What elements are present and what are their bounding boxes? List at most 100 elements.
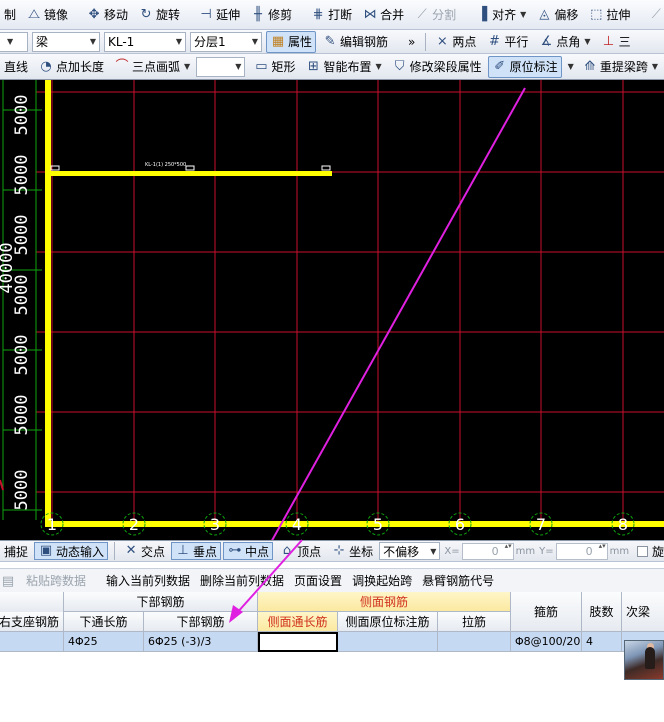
left-clipped-select[interactable]: ▼ xyxy=(0,31,28,52)
rotate-icon: ↻ xyxy=(140,6,152,22)
break-button[interactable]: ⋕ 打断 xyxy=(306,4,356,26)
layer-select[interactable]: 分层1 ▼ xyxy=(190,31,262,52)
three-point-arc-button[interactable]: ⌒ 三点画弧 ▼ xyxy=(110,56,194,78)
component-name-select[interactable]: KL-1 ▼ xyxy=(104,31,186,52)
chevron-down-icon: ▼ xyxy=(584,37,591,46)
modify-span-button[interactable]: ⛉ 修改梁段属性 xyxy=(388,56,486,78)
perpendicular-snap[interactable]: ⊥ 垂点 xyxy=(171,542,222,560)
overflow-button[interactable]: » xyxy=(404,31,419,53)
trim-icon: ╫ xyxy=(254,6,262,22)
chevron-down-icon: ▼ xyxy=(89,37,96,46)
header-group-side: 侧面钢筋 xyxy=(258,592,511,612)
coordinate-snap[interactable]: ⊹ 坐标 xyxy=(327,542,377,560)
edit-rebar-button[interactable]: ✎ 编辑钢筋 xyxy=(318,31,392,53)
dynamic-input-icon: ▣ xyxy=(39,543,53,558)
header-secondary: 次梁 xyxy=(622,592,664,632)
cell-stirrup[interactable]: Φ8@100/20 xyxy=(511,632,582,652)
offset-mode-select[interactable]: 不偏移 ▼ xyxy=(379,542,441,560)
dynamic-input-toggle[interactable]: ▣ 动态输入 xyxy=(34,542,109,560)
mirror-button[interactable]: ⧍ 镜像 xyxy=(22,4,72,26)
axis-button[interactable]: ⊥ 三 xyxy=(597,31,635,53)
y-input[interactable]: 0 xyxy=(555,542,608,560)
header-side-through: 侧面通长筋 xyxy=(258,612,338,632)
beam-tag: KL-1(1) 250*500 xyxy=(145,162,186,168)
rectangle-button[interactable]: ▭ 矩形 xyxy=(249,56,299,78)
dimension-label: 5000 xyxy=(12,470,32,511)
in-situ-annotation-button[interactable]: ✐ 原位标注 xyxy=(487,55,562,78)
settings-icon: ⟋ xyxy=(651,6,661,22)
offset-button[interactable]: ◬ 偏移 xyxy=(532,4,582,26)
chevron-down-icon[interactable]: ▼ xyxy=(568,62,574,71)
properties-button[interactable]: ▦ 属性 xyxy=(266,30,317,53)
cell-bottom-through[interactable]: 4Φ25 xyxy=(64,632,144,652)
smart-layout-button[interactable]: ⊞ 智能布置 ▼ xyxy=(301,56,385,78)
cell-legs[interactable]: 4 xyxy=(582,632,622,652)
draw-toolbar: 直线 ◔ 点加长度 ⌒ 三点画弧 ▼ ▼ ▭ 矩形 ⊞ 智能布置 ▼ ⛉ 修改梁段属性 ✐ 原位… xyxy=(0,54,664,80)
reextract-span-button[interactable]: ⟰ 重提梁跨 ▼ xyxy=(578,56,662,78)
rotate-button[interactable]: ↻ 旋转 xyxy=(134,4,184,26)
copy-button[interactable]: 制 xyxy=(0,4,20,26)
properties-icon: ▦ xyxy=(271,33,285,49)
line-button[interactable]: 直线 xyxy=(0,56,32,78)
paste-span-button[interactable]: ▤ 粘贴跨数据 xyxy=(0,572,96,590)
two-point-button[interactable]: ⨯ 两点 xyxy=(430,31,480,53)
chevron-down-icon: ▼ xyxy=(235,62,242,71)
header-right-support: 右支座钢筋 xyxy=(0,612,64,632)
capture-toggle[interactable]: 捕捉 xyxy=(0,542,32,560)
cantilever-code-button[interactable]: 悬臂钢筋代号 xyxy=(422,572,494,589)
chevron-down-icon: ▼ xyxy=(651,62,658,71)
header-blank xyxy=(0,592,64,612)
cell-tie[interactable] xyxy=(438,632,511,652)
align-button[interactable]: ▐ 对齐 ▼ xyxy=(470,4,530,26)
rotate-checkbox[interactable] xyxy=(637,545,648,557)
component-toolbar: ▼ 梁 ▼ KL-1 ▼ 分层1 ▼ ▦ 属性 ✎ 编辑钢筋 » ⨯ 两点 # 平行 ∡ 点角 ▼… xyxy=(0,30,664,54)
delete-current-column-button[interactable]: 删除当前列数据 xyxy=(200,572,284,589)
rebar-table: 下部钢筋 侧面钢筋 箍筋 肢数 次梁 右支座钢筋 下通长筋 下部钢筋 侧面通长筋… xyxy=(0,592,664,654)
x-input[interactable]: 0 xyxy=(461,542,514,560)
merge-icon: ⋈ xyxy=(363,6,377,22)
dimension-label: 5000 xyxy=(12,335,32,376)
header-bottom-through: 下通长筋 xyxy=(64,612,144,632)
point-length-button[interactable]: ◔ 点加长度 xyxy=(34,56,108,78)
merge-button[interactable]: ⋈ 合并 xyxy=(358,4,408,26)
cell-side-through-active[interactable] xyxy=(258,632,338,652)
vertex-snap[interactable]: ⌂ 顶点 xyxy=(275,542,325,560)
swap-start-span-button[interactable]: 调换起始跨 xyxy=(352,572,412,589)
smart-layout-icon: ⊞ xyxy=(308,58,319,74)
axis-number: 7 xyxy=(536,515,546,534)
header-group-bottom: 下部钢筋 xyxy=(64,592,258,612)
component-type-select[interactable]: 梁 ▼ xyxy=(32,31,100,52)
trim-button[interactable]: ╫ 修剪 xyxy=(246,4,296,26)
move-button[interactable]: ✥ 移动 xyxy=(82,4,132,26)
vertex-icon: ⌂ xyxy=(282,543,292,558)
cell-side-in-situ[interactable] xyxy=(338,632,438,652)
x-coordinate: X=0mm xyxy=(444,542,535,560)
parallel-button[interactable]: # 平行 xyxy=(482,31,532,53)
stretch-icon: ⬚ xyxy=(590,6,603,22)
extend-icon: ⊣ xyxy=(200,6,212,22)
user-avatar-photo xyxy=(624,640,664,680)
extend-button[interactable]: ⊣ 延伸 xyxy=(194,4,244,26)
intersection-snap[interactable]: ✕ 交点 xyxy=(119,542,169,560)
dimension-label: 5000 xyxy=(12,95,32,136)
midpoint-snap[interactable]: ⊶ 中点 xyxy=(223,542,274,560)
page-setup-button[interactable]: 页面设置 xyxy=(294,572,342,589)
split-button[interactable]: ⟋ 分割 xyxy=(410,4,460,26)
point-angle-button[interactable]: ∡ 点角 ▼ xyxy=(534,31,594,53)
stretch-button[interactable]: ⬚ 拉伸 xyxy=(584,4,634,26)
chevron-down-icon: ▼ xyxy=(184,62,191,71)
edit-toolbar: 制 ⧍ 镜像 ✥ 移动 ↻ 旋转 ⊣ 延伸 ╫ 修剪 ⋕ 打断 ⋈ 合并 ⟋ 分割 ▐ 对齐 ▼ ◬… xyxy=(0,0,664,30)
offset-icon: ◬ xyxy=(539,6,550,22)
two-point-icon: ⨯ xyxy=(436,33,448,49)
axis-number: 2 xyxy=(129,515,139,534)
drawing-canvas[interactable]: 5000 5000 5000 5000 5000 5000 5000 40000 KL-1(1)… xyxy=(0,80,664,540)
cell-right-support[interactable] xyxy=(0,632,64,652)
cell-bottom-rebar[interactable]: 6Φ25 (-3)/3 xyxy=(144,632,258,652)
draw-mode-select[interactable]: ▼ xyxy=(196,56,246,77)
input-current-column-button[interactable]: 输入当前列数据 xyxy=(106,572,190,589)
rotate-label: 旋 xyxy=(651,544,664,559)
settings-button[interactable]: ⟋设置 xyxy=(644,4,664,26)
mirror-icon: ⧍ xyxy=(27,6,41,22)
axis-icon: ⊥ xyxy=(602,33,615,49)
cad-drawing[interactable]: 500050005000500050005000500040000KL-1(1)… xyxy=(0,80,664,540)
